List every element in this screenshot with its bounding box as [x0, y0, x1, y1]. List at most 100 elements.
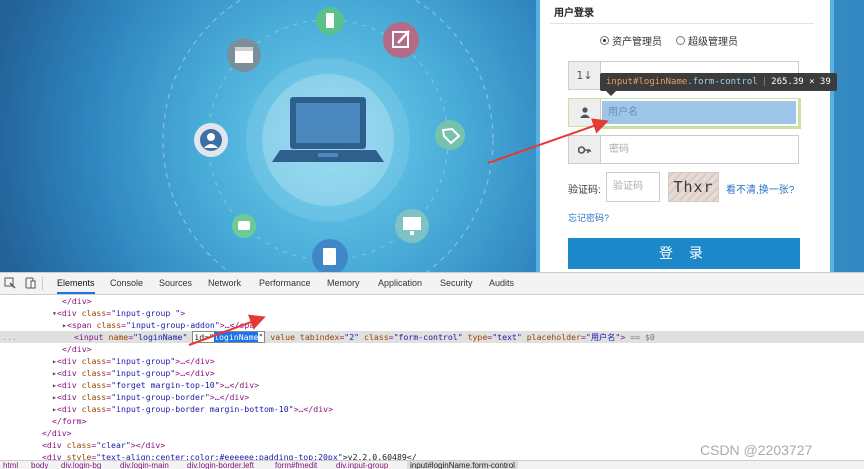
breadcrumb-input-group[interactable]: div.input-group [336, 461, 388, 469]
verify-input[interactable]: 验证码 [606, 172, 660, 202]
breadcrumb: html body div.login-bg div.login-main di… [0, 460, 864, 469]
edit-icon [383, 22, 419, 58]
element-inspector-tooltip: input#loginName.form-control | 265.39 × 39 [600, 73, 837, 91]
expand-triangle-icon[interactable]: ▸ [0, 404, 57, 414]
tab-performance[interactable]: Performance [259, 273, 311, 294]
dom-tag: >…</div> [209, 392, 250, 402]
tab-sources[interactable]: Sources [159, 273, 192, 294]
dom-line[interactable]: ▸<div class="input-group">…</div> [0, 367, 864, 379]
username-input-group: 用户名 [568, 98, 799, 127]
dom-attr-value: "input-group-addon" [126, 320, 220, 330]
refresh-captcha-link[interactable]: 看不清,换一张? [726, 181, 794, 196]
breadcrumb-body[interactable]: body [31, 461, 48, 469]
dom-attr-value: "loginName" [133, 332, 188, 342]
dom-tree: </div> ▾<div class="input-group "> ▸<spa… [0, 295, 864, 462]
expand-triangle-icon[interactable]: ▸ [0, 380, 57, 390]
dom-tag: >…</div> [293, 404, 334, 414]
dom-tag: > [180, 308, 186, 318]
tab-application[interactable]: Application [378, 273, 422, 294]
user-icon [569, 99, 601, 126]
device-toolbar-icon[interactable] [24, 277, 36, 289]
dom-line-selected[interactable]: ... <input name="loginName" id="loginName… [0, 331, 864, 343]
captcha-image[interactable]: Thxr [668, 172, 719, 202]
dom-attr-value: "text" [492, 332, 522, 342]
phone-icon [316, 7, 344, 35]
devtools-panel: Elements Console Sources Network Perform… [0, 272, 864, 469]
expand-triangle-icon[interactable]: ▸ [0, 356, 57, 366]
dom-tag: <div [56, 308, 82, 318]
monitor-icon [395, 209, 429, 243]
page-viewport: 用户登录 资产管理员 超级管理员 1↓ 用户名 密码 input#loginNa… [0, 0, 864, 272]
breadcrumb-login-main[interactable]: div.login-main [120, 461, 169, 469]
dom-attr-name: placeholder [526, 332, 581, 342]
radio-label: 资产管理员 [612, 37, 662, 48]
id-attribute-editor[interactable]: id="loginName" [192, 331, 266, 343]
radio-asset-admin[interactable]: 资产管理员 [600, 33, 662, 48]
sort-numeric-icon: 1↓ [569, 62, 601, 89]
id-attr-quote: " [258, 332, 264, 342]
dom-line[interactable]: </div> [0, 343, 864, 355]
username-input[interactable]: 用户名 [602, 101, 796, 124]
expand-triangle-icon[interactable]: ▸ [0, 368, 57, 378]
watermark: CSDN @2203727 [700, 442, 813, 458]
expand-triangle-icon[interactable]: ▸ [0, 392, 57, 402]
verify-label: 验证码: [568, 185, 601, 196]
console-ref-marker: == $0 [625, 332, 655, 342]
inspect-element-icon[interactable] [4, 277, 16, 289]
breadcrumb-login-border[interactable]: div.login-border.left [187, 461, 254, 469]
tab-audits[interactable]: Audits [489, 273, 514, 294]
document-icon [312, 239, 348, 272]
dom-line[interactable]: </form> [0, 415, 864, 427]
login-button[interactable]: 登 录 [568, 238, 800, 269]
dom-attr-name: name [108, 332, 129, 342]
dom-tag: <span [66, 320, 97, 330]
breadcrumb-current[interactable]: input#loginName.form-control [407, 461, 518, 469]
tooltip-pointer [606, 91, 616, 96]
breadcrumb-login-bg[interactable]: div.login-bg [61, 461, 101, 469]
dom-attr-value: "form-control" [393, 332, 463, 342]
dom-attr-name: class [96, 320, 122, 330]
dom-line[interactable]: </div> [0, 295, 864, 307]
tooltip-size: 265.39 × 39 [771, 77, 831, 87]
tab-security[interactable]: Security [440, 273, 473, 294]
radio-selected-icon [600, 36, 609, 45]
tab-network[interactable]: Network [208, 273, 241, 294]
breadcrumb-html[interactable]: html [3, 461, 18, 469]
tab-memory[interactable]: Memory [327, 273, 360, 294]
radio-label: 超级管理员 [688, 37, 738, 48]
dom-tag: </div> [62, 296, 92, 306]
dom-attr-value: "input-group-border margin-bottom-10" [111, 404, 294, 414]
dom-attr-value: "用户名" [585, 332, 621, 342]
dom-line[interactable]: ▸<div class="input-group">…</div> [0, 355, 864, 367]
dom-tag: </div> [62, 344, 92, 354]
tab-console[interactable]: Console [110, 273, 143, 294]
calendar-icon [227, 38, 261, 72]
dom-line[interactable]: ▸<div class="input-group-border">…</div> [0, 391, 864, 403]
dom-tag: >…</div> [175, 368, 215, 378]
collapse-triangle-icon[interactable]: ▾ [0, 308, 57, 318]
id-attr-value-highlight: loginName [214, 332, 259, 342]
radio-super-admin[interactable]: 超级管理员 [676, 33, 738, 48]
dom-attr-value: "clear" [96, 440, 131, 450]
dom-attr-name: value [270, 332, 295, 342]
tooltip-separator: | [761, 77, 768, 87]
chat-icon [232, 214, 256, 238]
dom-attr-name: class [81, 308, 107, 318]
dom-tag: >…</spa [219, 320, 255, 330]
password-input-group: 密码 [568, 135, 799, 164]
dom-line[interactable]: ▸<span class="input-group-addon">…</spa [0, 319, 864, 331]
hero-graphic [162, 0, 494, 272]
forgot-password-link[interactable]: 忘记密码? [568, 211, 609, 224]
dom-line[interactable]: ▾<div class="input-group "> [0, 307, 864, 319]
tab-elements[interactable]: Elements [57, 273, 95, 294]
dom-attr-value: "input-group " [111, 308, 181, 318]
password-input[interactable]: 密码 [603, 136, 798, 163]
dom-line[interactable]: ▸<div class="input-group-border margin-b… [0, 403, 864, 415]
expand-triangle-icon[interactable]: ▸ [0, 320, 67, 330]
breadcrumb-form[interactable]: form#fmedit [275, 461, 317, 469]
login-panel: 用户登录 资产管理员 超级管理员 1↓ 用户名 密码 input#loginNa… [540, 0, 837, 272]
dom-line[interactable]: ▸<div class="forget margin-top-10">…</di… [0, 379, 864, 391]
tooltip-selector: input#loginName [606, 77, 688, 87]
toolbar-divider [42, 277, 43, 290]
dom-line[interactable]: </div> [0, 427, 864, 439]
